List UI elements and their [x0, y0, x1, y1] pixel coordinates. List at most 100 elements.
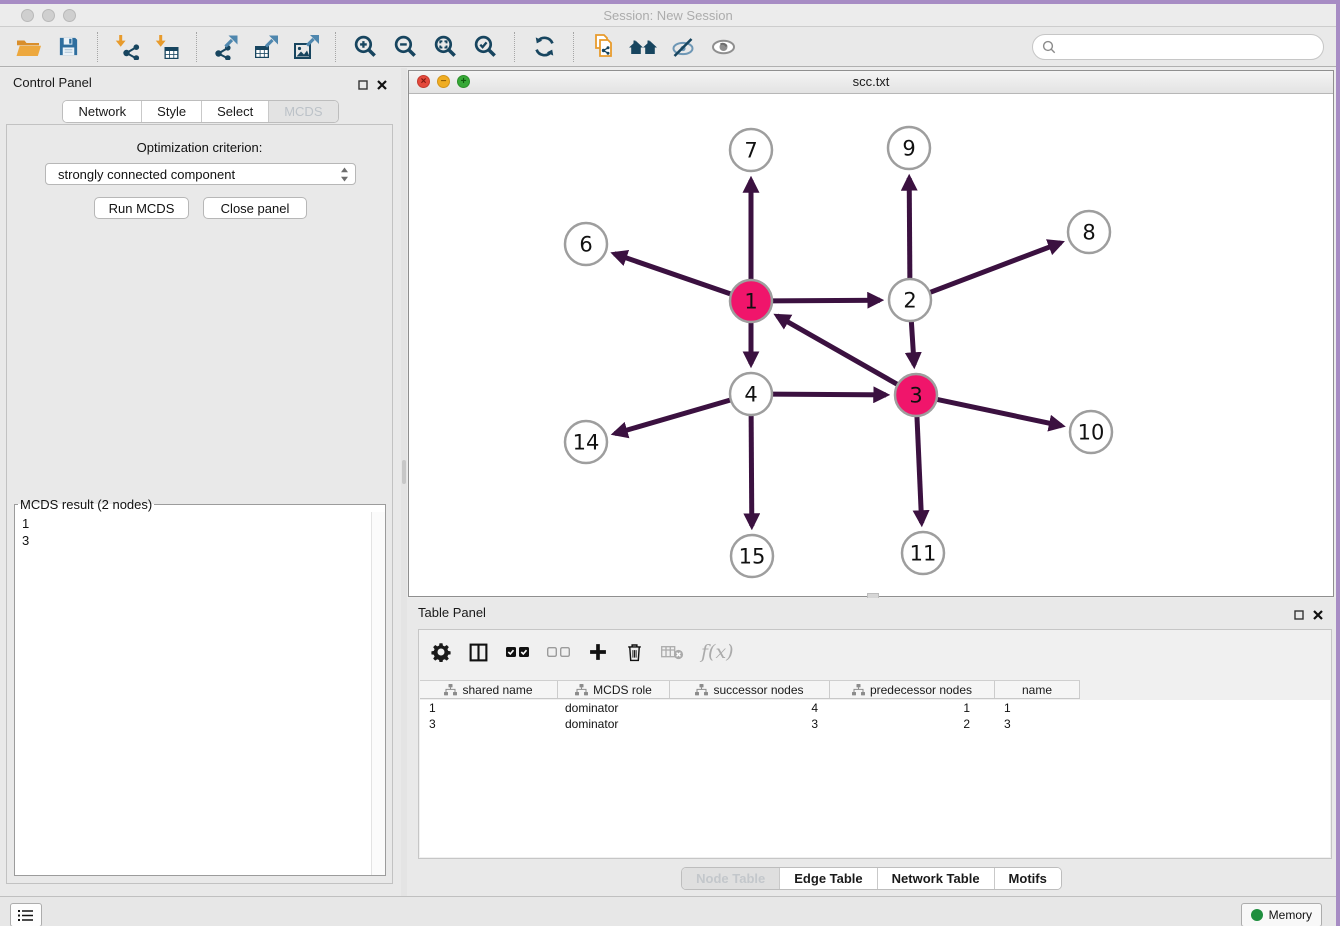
criterion-select[interactable]: strongly connected component [45, 163, 356, 185]
run-mcds-button[interactable]: Run MCDS [94, 197, 189, 219]
cell-mcds-role[interactable]: dominator [558, 701, 670, 715]
cell-shared-name[interactable]: 1 [420, 701, 558, 715]
memory-button[interactable]: Memory [1241, 903, 1322, 926]
tab-network[interactable]: Network [63, 101, 141, 122]
table-toolbar: f(x) [431, 636, 734, 668]
float-panel-icon[interactable] [358, 76, 368, 94]
close-panel-icon[interactable] [377, 76, 387, 94]
tab-motifs[interactable]: Motifs [994, 868, 1061, 889]
window-titlebar[interactable]: Session: New Session [0, 4, 1336, 27]
column-header-mcds-role[interactable]: MCDS role [558, 681, 670, 698]
network-canvas[interactable]: 7 9 6 8 1 2 4 3 14 10 15 11 [409, 93, 1333, 596]
zoom-out-icon[interactable] [385, 30, 425, 64]
toolbar-separator [196, 32, 197, 62]
cell-mcds-role[interactable]: dominator [558, 717, 670, 731]
graph-node-11[interactable]: 11 [902, 532, 944, 574]
tab-mcds[interactable]: MCDS [268, 101, 337, 122]
graph-edge-2-8[interactable] [930, 243, 1061, 293]
table-tabs: Node Table Edge Table Network Table Moti… [407, 867, 1336, 890]
mcds-result-group: MCDS result (2 nodes) 1 3 [14, 497, 386, 876]
cell-name[interactable]: 1 [995, 701, 1080, 715]
tab-network-table[interactable]: Network Table [877, 868, 994, 889]
delete-column-icon[interactable] [625, 642, 644, 663]
tab-edge-table[interactable]: Edge Table [779, 868, 876, 889]
column-header-name[interactable]: name [995, 681, 1080, 698]
toolbar-separator [573, 32, 574, 62]
cell-predecessor-nodes[interactable]: 2 [830, 717, 995, 731]
search-input[interactable] [1061, 39, 1315, 56]
criterion-value: strongly connected component [58, 167, 340, 182]
tab-select[interactable]: Select [201, 101, 268, 122]
zoom-fit-icon[interactable] [425, 30, 465, 64]
task-history-button[interactable] [10, 903, 42, 926]
mcds-panel: Optimization criterion: strongly connect… [6, 124, 393, 884]
graph-node-3[interactable]: 3 [895, 374, 937, 416]
tab-node-table[interactable]: Node Table [682, 868, 779, 889]
graph-node-8[interactable]: 8 [1068, 211, 1110, 253]
zoom-in-icon[interactable] [345, 30, 385, 64]
graph-edge-4-14[interactable] [615, 400, 731, 434]
graph-edge-1-6[interactable] [614, 254, 731, 294]
graph-edge-3-1[interactable] [777, 316, 898, 385]
graph-edge-2-9[interactable] [909, 178, 910, 279]
splitter-grip[interactable] [402, 460, 406, 484]
clone-network-icon[interactable] [583, 30, 623, 64]
tab-style[interactable]: Style [141, 101, 201, 122]
graph-node-10[interactable]: 10 [1070, 411, 1112, 453]
export-table-icon[interactable] [246, 30, 286, 64]
column-header-shared-name[interactable]: shared name [420, 681, 558, 698]
network-window[interactable]: × − + scc.txt 7 9 6 8 1 2 4 3 14 10 15 11 [408, 70, 1334, 597]
graph-edge-3-11[interactable] [917, 416, 922, 523]
add-column-icon[interactable] [588, 642, 608, 662]
select-all-columns-icon[interactable] [506, 646, 530, 658]
table-row[interactable]: 3dominator323 [420, 716, 1330, 732]
search-icon [1042, 38, 1056, 56]
graph-edge-3-10[interactable] [937, 399, 1062, 425]
graph-node-7[interactable]: 7 [730, 129, 772, 171]
graph-node-6[interactable]: 6 [565, 223, 607, 265]
cell-shared-name[interactable]: 3 [420, 717, 558, 731]
graph-edge-4-15[interactable] [751, 415, 752, 526]
network-window-titlebar[interactable]: × − + scc.txt [409, 71, 1333, 94]
svg-text:6: 6 [579, 232, 592, 256]
float-panel-icon[interactable] [1294, 606, 1304, 624]
graph-node-1[interactable]: 1 [730, 280, 772, 322]
zoom-selected-icon[interactable] [465, 30, 505, 64]
svg-text:9: 9 [902, 136, 915, 160]
open-session-icon[interactable] [8, 30, 48, 64]
home-icon[interactable] [623, 30, 663, 64]
export-image-icon[interactable] [286, 30, 326, 64]
split-view-icon[interactable] [468, 642, 489, 663]
settings-icon[interactable] [431, 642, 451, 662]
cell-predecessor-nodes[interactable]: 1 [830, 701, 995, 715]
close-panel-icon[interactable] [1313, 606, 1323, 624]
graph-edge-2-3[interactable] [911, 321, 914, 365]
search-box[interactable] [1032, 34, 1324, 60]
cell-successor-nodes[interactable]: 4 [670, 701, 830, 715]
table-panel-window-icons [1294, 606, 1323, 624]
close-panel-button[interactable]: Close panel [203, 197, 307, 219]
save-session-icon[interactable] [48, 30, 88, 64]
cell-name[interactable]: 3 [995, 717, 1080, 731]
column-header-successor-nodes[interactable]: successor nodes [670, 681, 830, 698]
graph-node-9[interactable]: 9 [888, 127, 930, 169]
refresh-layout-icon[interactable] [524, 30, 564, 64]
graph-node-14[interactable]: 14 [565, 421, 607, 463]
table-row[interactable]: 1dominator411 [420, 700, 1330, 716]
graph-node-4[interactable]: 4 [730, 373, 772, 415]
cell-successor-nodes[interactable]: 3 [670, 717, 830, 731]
show-view-icon[interactable] [703, 30, 743, 64]
graph-edge-4-3[interactable] [772, 394, 886, 395]
graph-node-15[interactable]: 15 [731, 535, 773, 577]
column-header-predecessor-nodes[interactable]: predecessor nodes [830, 681, 995, 698]
import-table-icon[interactable] [147, 30, 187, 64]
control-panel-window-icons [358, 76, 387, 94]
deselect-all-columns-icon[interactable] [547, 646, 571, 658]
import-network-icon[interactable] [107, 30, 147, 64]
graph-node-2[interactable]: 2 [889, 279, 931, 321]
mcds-result-scrollbar[interactable] [371, 512, 385, 875]
export-network-icon[interactable] [206, 30, 246, 64]
network-graph[interactable]: 7 9 6 8 1 2 4 3 14 10 15 11 [409, 93, 1333, 596]
hide-panels-icon[interactable] [663, 30, 703, 64]
graph-edge-1-2[interactable] [772, 300, 880, 301]
